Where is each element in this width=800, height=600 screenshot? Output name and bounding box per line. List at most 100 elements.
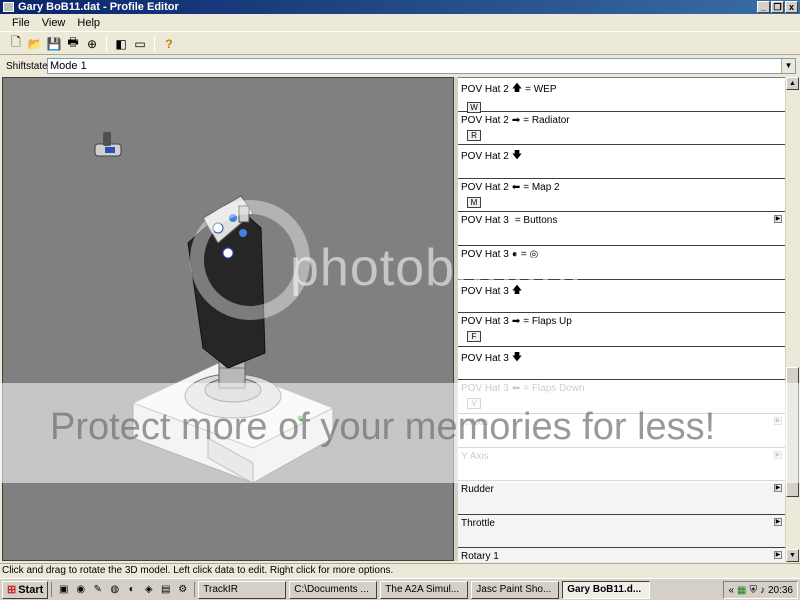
profile-row[interactable]: POV Hat 2 ⬅ = Map 2 M [458, 179, 785, 213]
control-name: Y Axis [461, 450, 489, 462]
keycap[interactable]: R [467, 129, 481, 141]
profile-row[interactable]: POV Hat 3 ⬅ = Flaps Down V [458, 380, 785, 414]
control-name: POV Hat 3 [461, 316, 509, 328]
profile-row[interactable]: Y Axis ▶ [458, 448, 785, 482]
expand-arrow-icon[interactable]: ▶ [774, 215, 782, 224]
window-title: Gary BoB11.dat - Profile Editor [18, 1, 179, 13]
clock: 20:36 [767, 584, 793, 596]
toolbar: 🗋 📂 💾 🖶 ⊕ ◧ ▭ ? [0, 33, 800, 55]
app-icon[interactable]: ◈ [141, 582, 156, 597]
profile-row-label: POV Hat 3 ⬅ = Flaps Down [461, 383, 782, 394]
direction-icon: 🡇 [511, 351, 523, 363]
profile-row[interactable]: Rudder ▶ [458, 481, 785, 515]
control-name: POV Hat 3 [461, 383, 509, 395]
control-name: POV Hat 2 [461, 151, 509, 163]
assigned-action: = Flaps Down [523, 383, 585, 395]
network-icon[interactable]: ▦ [737, 585, 746, 596]
print-icon[interactable]: 🖶 [65, 35, 81, 52]
orientation-gizmo-icon [94, 132, 122, 157]
control-name: Throttle [461, 517, 495, 529]
profile-row[interactable]: Throttle ▶ [458, 514, 785, 549]
keycap[interactable]: V [467, 398, 481, 410]
tray-expand-icon[interactable]: « [728, 585, 734, 596]
expand-arrow-icon[interactable]: ▶ [774, 416, 782, 425]
task-a2a[interactable]: The A2A Simul... [380, 580, 469, 599]
volume-icon[interactable]: ♪ [760, 585, 765, 596]
direction-icon: ⬅ [511, 181, 521, 193]
toolbar-separator [106, 35, 107, 52]
close-button[interactable]: x [785, 1, 798, 13]
view-single-icon[interactable]: ▭ [132, 36, 148, 52]
task-trackir[interactable]: TrackIR [198, 580, 287, 599]
help-icon[interactable]: ? [161, 36, 177, 52]
profile-row-label: POV Hat 3 🡇 [461, 350, 782, 367]
test-icon[interactable]: ⊕ [84, 36, 100, 52]
profile-row[interactable]: POV Hat 2 🡇 [458, 145, 785, 179]
view-split-icon[interactable]: ◧ [113, 36, 129, 52]
profile-row-label: Y Axis [461, 451, 782, 462]
control-name: POV Hat 2 [461, 181, 509, 193]
assigned-action: = Buttons [514, 215, 558, 227]
profile-row[interactable]: Rotary 1 ▶ [458, 548, 785, 562]
keycap[interactable]: M [467, 196, 481, 208]
chevron-down-icon[interactable]: ▼ [781, 59, 795, 73]
control-name: X Axis [461, 416, 489, 428]
control-name: Rudder [461, 484, 494, 496]
shiftstate-select[interactable]: Mode 1 ▼ [47, 58, 796, 74]
window-controls: _ ❐ x [757, 1, 798, 13]
profile-row-label: Rotary 1 [461, 551, 782, 562]
assigned-action: = WEP [525, 84, 557, 95]
profile-row[interactable]: POV Hat 2 🡅 = WEP W [458, 78, 785, 113]
profile-row-label: Throttle [461, 518, 782, 529]
security-icon[interactable]: ⛨ [749, 585, 757, 596]
direction-icon: ⬅ [511, 383, 521, 395]
quick-launch: ▣ ◉ ✎ ◍ ◐ ◈ ▤ ⚙ [51, 582, 196, 597]
start-label: Start [18, 583, 44, 596]
firefox-icon[interactable]: ◍ [107, 582, 122, 597]
task-documents[interactable]: C:\Documents ... [289, 580, 378, 599]
menu-file[interactable]: File [6, 17, 36, 29]
desktop-icon[interactable]: ▣ [56, 582, 71, 597]
control-name: POV Hat 3 [461, 285, 509, 297]
scroll-thumb[interactable] [786, 367, 799, 497]
start-button[interactable]: ⊞ Start [2, 580, 49, 599]
browser-icon[interactable]: ◉ [73, 582, 88, 597]
profile-row-label: POV Hat 2 🡇 [461, 148, 782, 165]
profile-row[interactable]: POV Hat 3 ● = ◎ [458, 246, 785, 280]
direction-icon: ➡ [511, 316, 521, 328]
expand-arrow-icon[interactable]: ▶ [774, 484, 782, 493]
save-icon[interactable]: 💾 [46, 36, 62, 52]
vertical-scrollbar[interactable]: ▲ ▼ [785, 77, 799, 562]
media-icon[interactable]: ◐ [124, 582, 139, 597]
menu-help[interactable]: Help [71, 17, 106, 29]
profile-row-label: Rudder [461, 484, 782, 495]
profile-row[interactable]: POV Hat 2 ➡ = Radiator R [458, 112, 785, 146]
expand-arrow-icon[interactable]: ▶ [774, 551, 782, 560]
open-icon[interactable]: 📂 [27, 36, 43, 52]
profile-row[interactable]: POV Hat 3 🡇 [458, 347, 785, 381]
profile-row[interactable]: POV Hat 3 ➡ = Flaps Up F [458, 313, 785, 347]
profile-row[interactable]: X Axis ▶ [458, 414, 785, 448]
scroll-down-icon[interactable]: ▼ [786, 549, 799, 562]
editor-icon[interactable]: ✎ [90, 582, 105, 597]
expand-arrow-icon[interactable]: ▶ [774, 517, 782, 526]
profile-row-label: POV Hat 2 ➡ = Radiator [461, 115, 782, 126]
task-paintshop[interactable]: Jasc Paint Sho... [471, 580, 560, 599]
profile-row[interactable]: POV Hat 3 = Buttons ▶ [458, 212, 785, 246]
minimize-button[interactable]: _ [757, 1, 770, 13]
keycap[interactable]: F [467, 331, 481, 343]
folder-icon[interactable]: ▤ [158, 582, 173, 597]
task-profile-editor[interactable]: Gary BoB11.d... [562, 580, 651, 599]
menu-view[interactable]: View [36, 17, 72, 29]
restore-button[interactable]: ❐ [771, 1, 784, 13]
status-bar: Click and drag to rotate the 3D model. L… [0, 563, 800, 577]
joystick-model[interactable] [3, 78, 454, 561]
profile-row[interactable]: POV Hat 3 🡅 [458, 280, 785, 314]
profile-row-label: POV Hat 2 ⬅ = Map 2 [461, 182, 782, 193]
joystick-3d-view[interactable] [2, 77, 454, 561]
settings-icon[interactable]: ⚙ [175, 582, 190, 597]
expand-arrow-icon[interactable]: ▶ [774, 450, 782, 459]
new-icon[interactable]: 🗋 [8, 35, 24, 52]
task-label: TrackIR [203, 583, 238, 595]
scroll-up-icon[interactable]: ▲ [786, 77, 799, 90]
